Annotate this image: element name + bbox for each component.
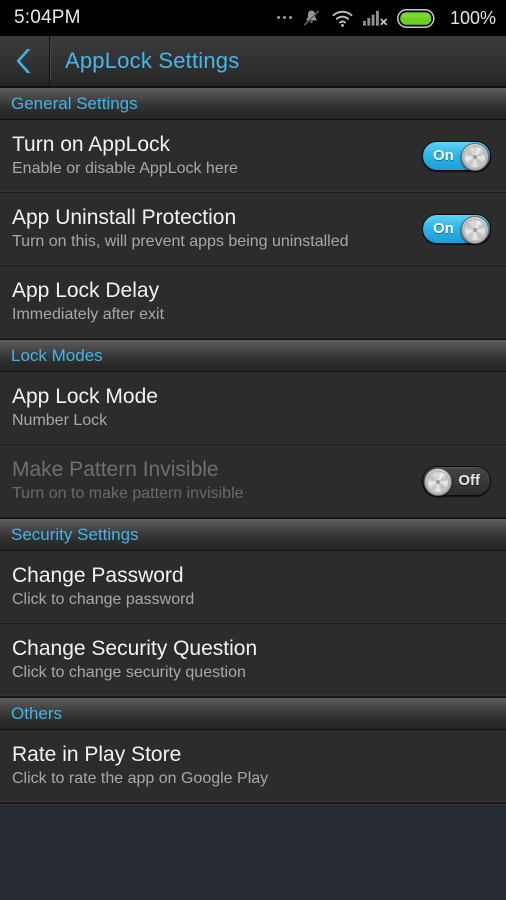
toggle-state-label: On <box>433 220 454 237</box>
status-icons: 100% <box>276 7 496 29</box>
settings-list: General Settings Turn on AppLock Enable or… <box>0 87 506 900</box>
section-header-label: Others <box>11 703 63 723</box>
settings-row-title: Change Password <box>12 564 184 588</box>
settings-row[interactable]: App Uninstall Protection Turn on this, wi… <box>0 193 506 266</box>
settings-row-texts: App Uninstall Protection Turn on this, wi… <box>12 206 349 251</box>
toggle-switch: Off <box>422 465 491 496</box>
settings-row-subtitle: Immediately after exit <box>12 305 165 323</box>
settings-row-subtitle: Click to rate the app on Google Play <box>12 769 269 787</box>
section-header: Others <box>0 697 506 730</box>
settings-sections: General Settings Turn on AppLock Enable or… <box>0 87 506 803</box>
settings-row-texts: App Lock Delay Immediately after exit <box>12 279 164 324</box>
status-clock: 5:04PM <box>14 7 81 28</box>
toggle-switch[interactable]: On <box>422 140 491 171</box>
section-header: Security Settings <box>0 518 506 551</box>
settings-row[interactable]: Rate in Play Store Click to rate the app … <box>0 730 506 803</box>
settings-row[interactable]: App Lock Delay Immediately after exit <box>0 266 506 339</box>
signal-no-service-icon <box>362 10 387 26</box>
back-button[interactable] <box>0 36 50 86</box>
toggle-switch[interactable]: On <box>422 213 491 244</box>
settings-row[interactable]: Turn on AppLock Enable or disable AppLock… <box>0 120 506 193</box>
settings-row-texts: Change Password Click to change password <box>12 564 194 609</box>
toggle-knob[interactable] <box>461 215 489 244</box>
section-header-label: Security Settings <box>11 524 139 544</box>
settings-row[interactable]: Change Password Click to change password <box>0 551 506 624</box>
toggle-state-label: On <box>433 147 454 164</box>
settings-row-title: Rate in Play Store <box>12 743 182 767</box>
list-empty-area <box>0 803 506 900</box>
settings-row-texts: Change Security Question Click to change … <box>12 637 257 682</box>
settings-row: Make Pattern Invisible Turn on to make pa… <box>0 445 506 518</box>
section-header-label: Lock Modes <box>11 345 103 365</box>
settings-row-title: App Lock Delay <box>12 279 160 303</box>
settings-row-texts: Rate in Play Store Click to rate the app … <box>12 743 268 788</box>
settings-row-subtitle: Click to change security question <box>12 663 246 681</box>
battery-percent-label: 100% <box>449 7 496 28</box>
settings-row-texts: Turn on AppLock Enable or disable AppLock… <box>12 133 238 178</box>
action-bar: AppLock Settings <box>0 36 506 87</box>
settings-row-title: App Lock Mode <box>12 385 158 409</box>
battery-icon <box>397 8 435 28</box>
wifi-icon <box>332 10 353 27</box>
settings-row[interactable]: App Lock Mode Number Lock <box>0 372 506 445</box>
settings-row-texts: App Lock Mode Number Lock <box>12 385 158 430</box>
phone-screen: 5:04PM 100% AppLock Settings General Set… <box>0 0 506 900</box>
settings-row-subtitle: Turn on to make pattern invisible <box>12 484 244 502</box>
toggle-state-label: Off <box>458 472 480 489</box>
settings-row-title: Make Pattern Invisible <box>12 458 219 482</box>
vibrate-off-icon <box>303 10 320 26</box>
section-header: General Settings <box>0 87 506 120</box>
page-title: AppLock Settings <box>65 48 240 73</box>
status-bar: 5:04PM 100% <box>0 0 506 36</box>
toggle-knob[interactable] <box>424 467 452 496</box>
settings-row-title: Turn on AppLock <box>12 133 170 157</box>
section-header-label: General Settings <box>11 93 138 113</box>
settings-row-texts: Make Pattern Invisible Turn on to make pa… <box>12 458 244 503</box>
settings-row-subtitle: Enable or disable AppLock here <box>12 159 238 177</box>
settings-row-subtitle: Click to change password <box>12 590 195 608</box>
settings-row-title: Change Security Question <box>12 637 258 661</box>
settings-row-subtitle: Number Lock <box>12 411 108 429</box>
chevron-left-icon <box>16 49 30 73</box>
toggle-knob[interactable] <box>461 142 489 171</box>
section-header: Lock Modes <box>0 339 506 372</box>
overflow-dots-icon <box>276 16 292 20</box>
settings-row-subtitle: Turn on this, will prevent apps being un… <box>12 232 349 250</box>
settings-row[interactable]: Change Security Question Click to change … <box>0 624 506 697</box>
settings-row-title: App Uninstall Protection <box>12 206 237 230</box>
